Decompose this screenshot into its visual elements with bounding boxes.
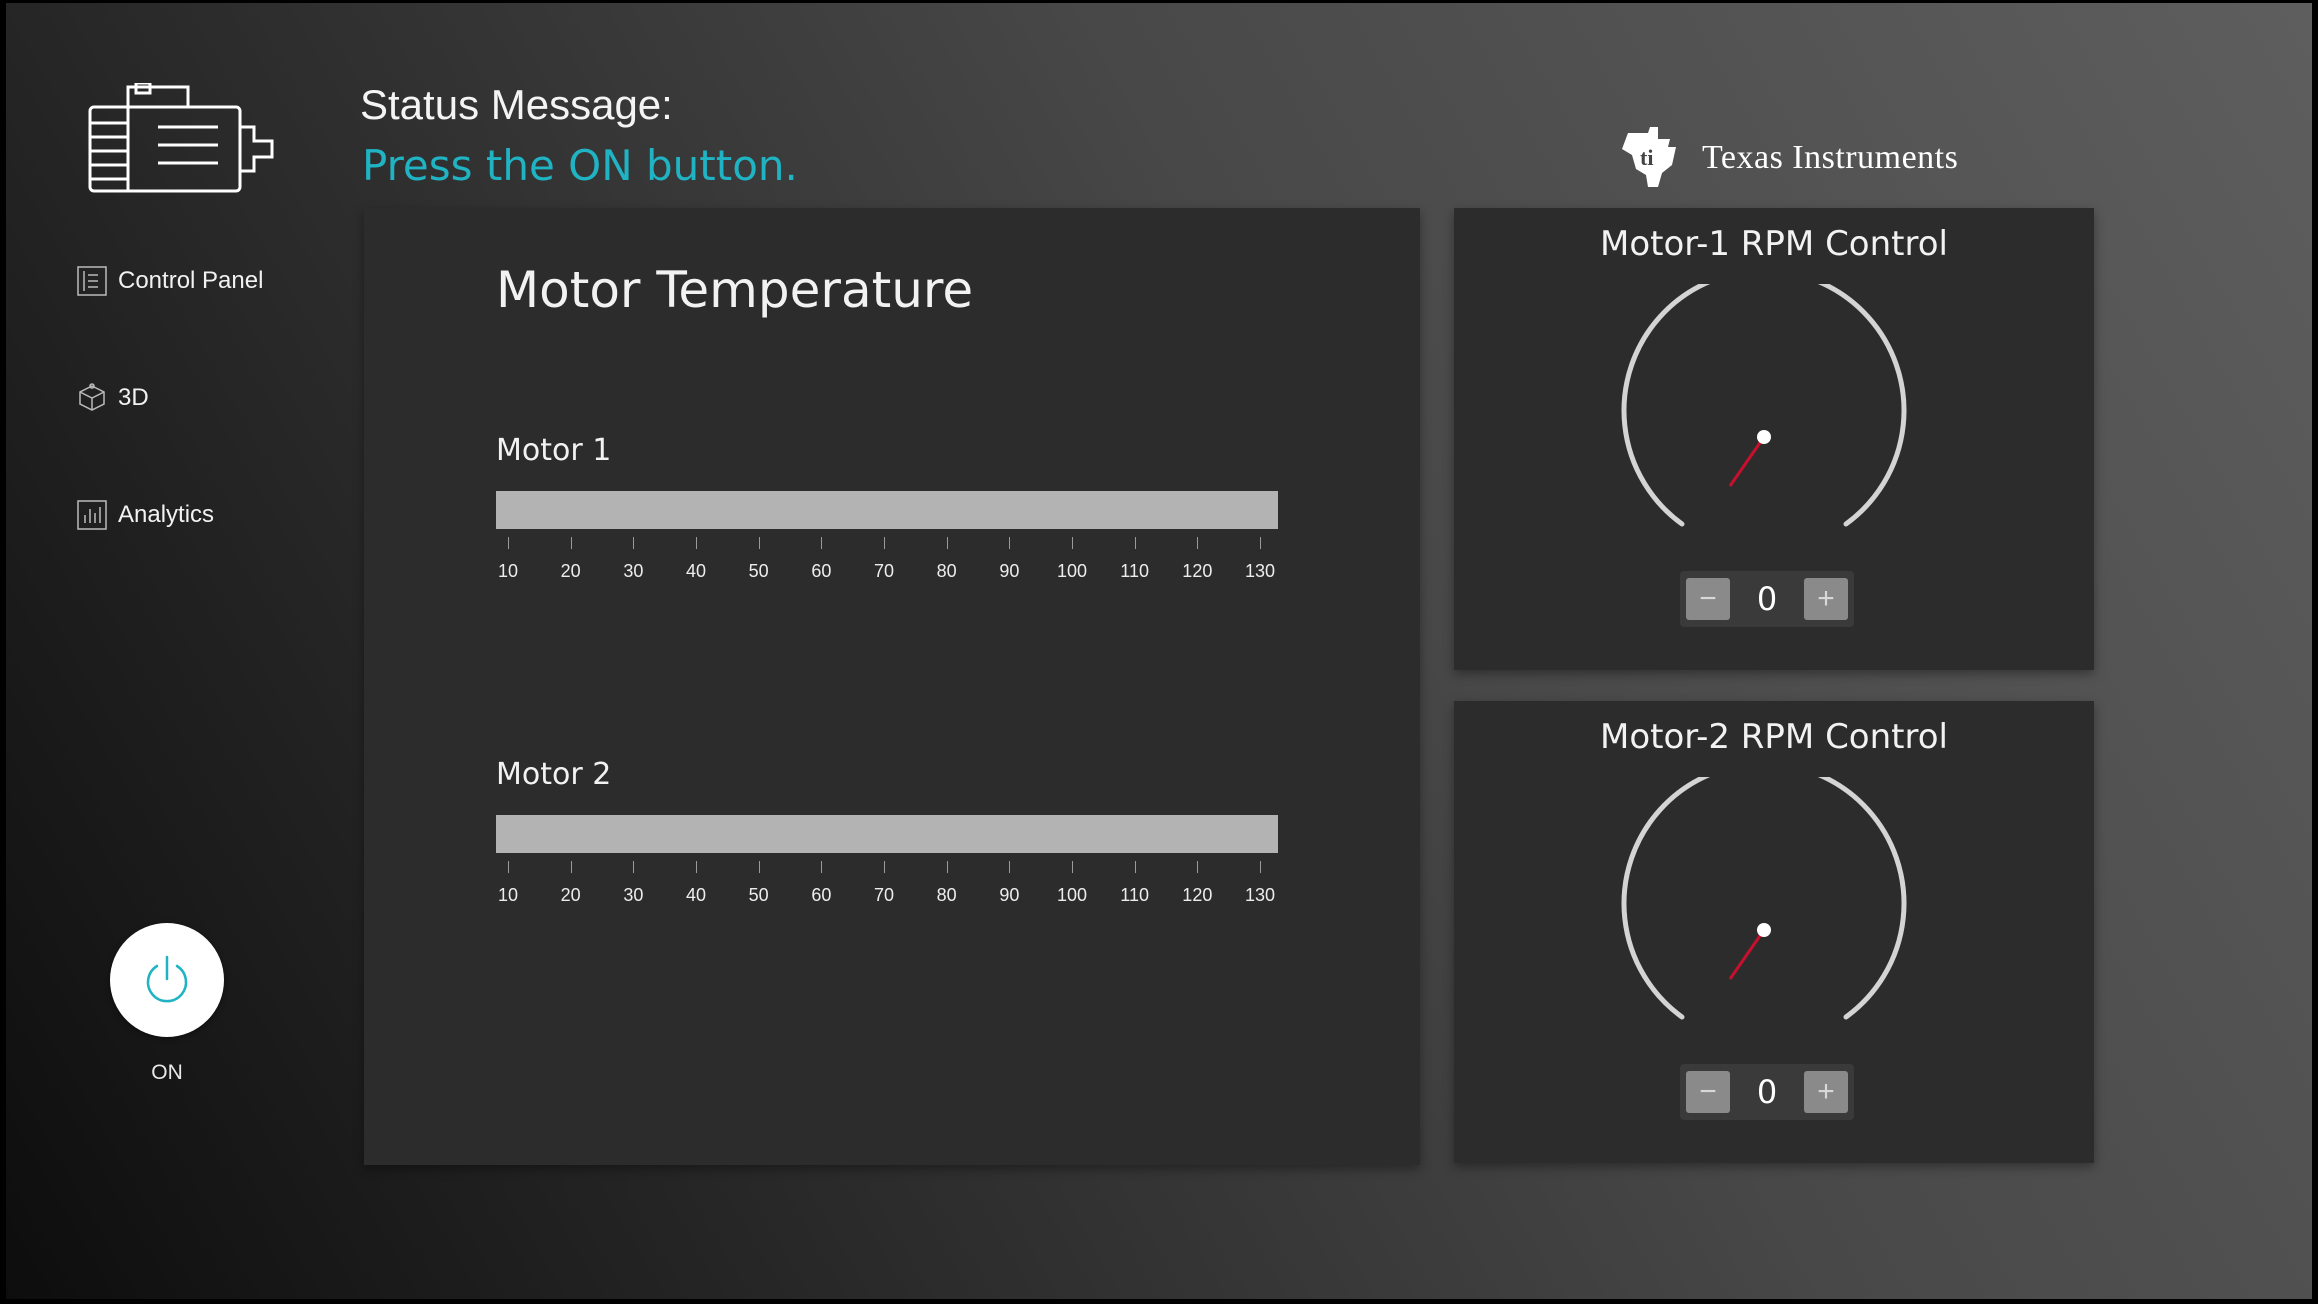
scale-tick-label: 50 (748, 885, 769, 905)
ti-logo-icon: ti (1622, 127, 1676, 187)
scale-tick-label: 110 (1120, 561, 1150, 581)
scale-tick-label: 60 (811, 561, 832, 581)
motor-1-temperature-scale: 10 20 30 40 50 60 70 80 90 100 110 120 130 (496, 537, 1278, 587)
scale-tick-label: 90 (999, 885, 1020, 905)
scale-tick-label: 80 (936, 561, 957, 581)
scale-tick-label: 120 (1182, 885, 1213, 905)
motor-2-label: Motor 2 (496, 757, 612, 792)
scale-tick (1009, 861, 1011, 873)
scale-tick (508, 537, 509, 549)
temperature-panel (364, 208, 1420, 1165)
motor-2-rpm-pivot (1757, 923, 1771, 937)
scale-tick-label: 30 (623, 561, 644, 581)
scale-tick-label: 30 (623, 885, 644, 905)
svg-text:ti: ti (1640, 145, 1653, 170)
power-button[interactable] (110, 923, 224, 1037)
scale-tick (1009, 537, 1011, 549)
scale-tick (821, 861, 823, 873)
temperature-title: Motor Temperature (496, 261, 974, 319)
analytics-icon (77, 500, 107, 530)
sidebar-item-label: Control Panel (118, 267, 264, 294)
scale-tick (570, 861, 572, 873)
brand-name: Texas Instruments (1702, 139, 1959, 176)
scale-tick-label: 120 (1182, 561, 1213, 581)
sidebar-item-label: 3D (118, 384, 149, 411)
power-label: ON (151, 1061, 183, 1084)
scale-tick-label: 130 (1244, 885, 1276, 905)
motor-2-temperature-scale: 10 20 30 40 50 60 70 80 90 100 110 120 130 (496, 861, 1278, 911)
motor-1-rpm-dial[interactable] (1614, 284, 1914, 584)
motor-2-rpm-needle (1728, 929, 1766, 980)
motor-1-decrement-button[interactable]: − (1686, 578, 1730, 620)
status-message: Press the ON button. (362, 141, 798, 190)
motor-2-rpm-value: 0 (1756, 1073, 1778, 1111)
scale-tick-label: 10 (497, 885, 519, 905)
scale-tick-label: 90 (999, 561, 1020, 581)
motor-1-temperature-bar (496, 491, 1278, 529)
scale-tick-label: 70 (873, 561, 895, 581)
scale-tick (758, 537, 760, 549)
sidebar-item-control-panel[interactable]: Control Panel (76, 259, 263, 303)
scale-tick (884, 537, 885, 549)
sidebar-item-3d[interactable]: 3D (76, 376, 149, 420)
motor-2-rpm-title: Motor-2 RPM Control (1600, 717, 1948, 757)
scale-tick-label: 10 (497, 561, 519, 581)
motor-2-rpm-panel: Motor-2 RPM Control − 0 + (1454, 701, 2094, 1163)
scale-tick (696, 537, 697, 549)
motor-1-increment-button[interactable]: + (1803, 578, 1848, 620)
sidebar-item-analytics[interactable]: Analytics (76, 493, 214, 537)
scale-tick (633, 537, 635, 549)
cube-3d-icon (79, 383, 105, 411)
scale-tick (508, 861, 509, 873)
motor-logo-icon (88, 83, 274, 193)
motor-1-rpm-pivot (1757, 430, 1771, 444)
sidebar-item-label: Analytics (118, 501, 215, 528)
control-panel-icon (77, 266, 107, 296)
motor-1-rpm-stepper: − 0 + (1680, 571, 1854, 627)
scale-tick (1072, 861, 1073, 873)
scale-tick (633, 861, 635, 873)
scale-tick-label: 70 (873, 885, 895, 905)
scale-tick (570, 537, 572, 549)
scale-tick (884, 861, 885, 873)
scale-tick (1197, 861, 1199, 873)
motor-1-rpm-value: 0 (1756, 580, 1778, 618)
motor-2-increment-button[interactable]: + (1803, 1071, 1848, 1113)
motor-1-label: Motor 1 (496, 433, 612, 468)
scale-tick-label: 20 (560, 561, 581, 581)
scale-tick (758, 861, 760, 873)
scale-tick (1072, 537, 1073, 549)
app-window: Control Panel 3D Analytics ON Status Mes… (6, 3, 2312, 1299)
scale-tick-label: 40 (685, 885, 707, 905)
status-title: Status Message: (360, 81, 673, 128)
motor-2-temperature-bar (496, 815, 1278, 853)
motor-2-decrement-button[interactable]: − (1686, 1071, 1730, 1113)
motor-2-rpm-dial[interactable] (1614, 777, 1914, 1077)
scale-tick (696, 861, 697, 873)
brand-logo: ti Texas Instruments (1618, 125, 1958, 191)
scale-tick-label: 40 (685, 561, 707, 581)
scale-tick (1260, 861, 1261, 873)
scale-tick-label: 50 (748, 561, 769, 581)
scale-tick-label: 130 (1244, 561, 1276, 581)
motor-1-rpm-panel: Motor-1 RPM Control − 0 + (1454, 208, 2094, 670)
scale-tick-label: 100 (1056, 561, 1088, 581)
scale-tick (1260, 537, 1261, 549)
motor-1-rpm-needle (1728, 436, 1766, 487)
scale-tick-label: 80 (936, 885, 957, 905)
motor-2-rpm-stepper: − 0 + (1680, 1064, 1854, 1120)
scale-tick (1134, 537, 1136, 549)
power-icon (146, 955, 188, 1003)
scale-tick (946, 861, 948, 873)
scale-tick-label: 20 (560, 885, 581, 905)
scale-tick (1197, 537, 1199, 549)
scale-tick (1134, 861, 1136, 873)
scale-tick (821, 537, 823, 549)
scale-tick-label: 100 (1056, 885, 1088, 905)
scale-tick (946, 537, 948, 549)
motor-1-rpm-title: Motor-1 RPM Control (1600, 224, 1948, 264)
scale-tick-label: 110 (1120, 885, 1150, 905)
scale-tick-label: 60 (811, 885, 832, 905)
